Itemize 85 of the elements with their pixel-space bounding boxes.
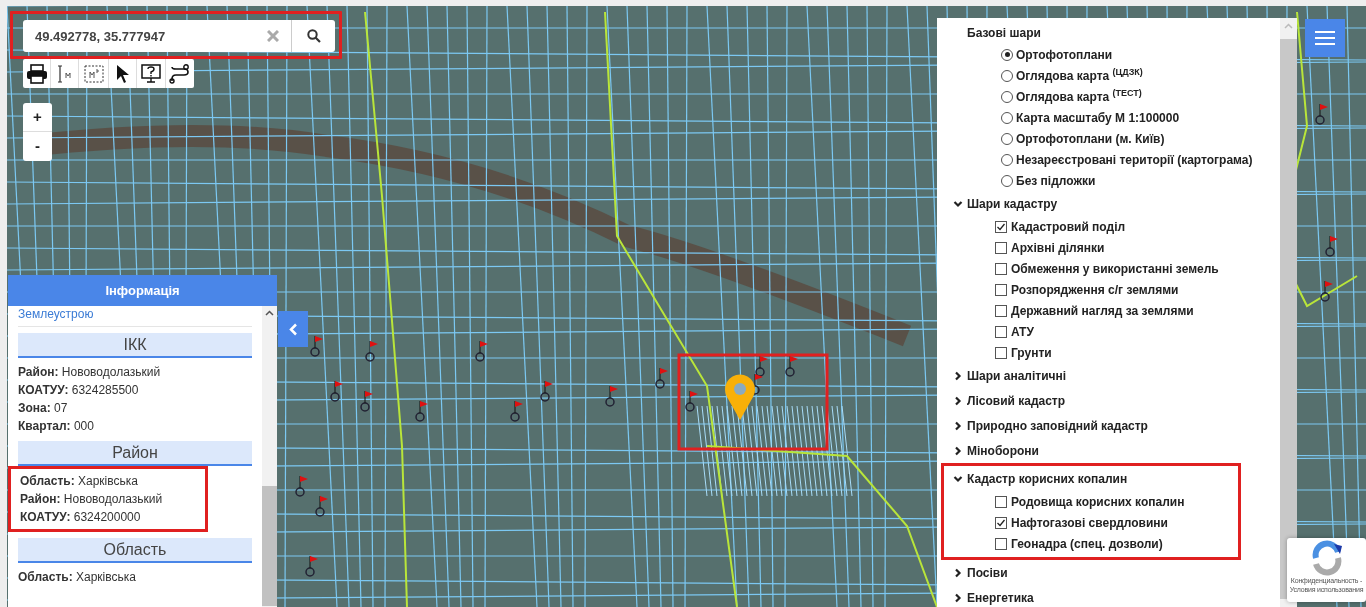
section-heading: Область [18, 538, 252, 563]
layer-group-toggle[interactable]: Енергетика [953, 585, 1280, 607]
well-marker-icon[interactable] [1325, 235, 1338, 257]
well-marker-icon[interactable] [785, 355, 798, 377]
well-marker-icon[interactable] [475, 340, 488, 362]
search-field[interactable]: 49.492778, 35.777947 [23, 20, 291, 52]
base-layer-option[interactable]: Карта масштабу М 1:100000 [953, 107, 1280, 128]
well-marker-icon[interactable] [310, 335, 323, 357]
info-field: КОАТУУ: 6324200000 [20, 508, 196, 526]
menu-button[interactable] [1305, 19, 1345, 57]
well-marker-icon[interactable] [315, 495, 328, 517]
layer-option[interactable]: Родовища корисних копалин [953, 491, 1238, 512]
layer-group-toggle[interactable]: Кадастр корисних копалин [953, 466, 1238, 491]
monitor-question-icon [140, 63, 162, 84]
section-title: Базові шари [966, 25, 1042, 42]
layer-group-toggle[interactable]: Шари аналітичні [953, 363, 1280, 388]
layer-option[interactable]: АТУ [953, 321, 1280, 342]
checkbox[interactable] [995, 516, 1007, 529]
well-marker-icon[interactable] [655, 367, 668, 389]
base-layer-option[interactable]: Оглядова карта $^{(ТЕСТ)}$ [953, 86, 1280, 107]
layer-option[interactable]: Архівні ділянки [953, 237, 1280, 258]
layer-group-toggle[interactable]: Природно заповідний кадастр [953, 413, 1280, 438]
layer-option[interactable]: Державний нагляд за землями [953, 300, 1280, 321]
checkbox[interactable] [995, 241, 1007, 254]
well-marker-icon[interactable] [685, 390, 698, 412]
layer-group-toggle[interactable]: Шари кадастру [953, 191, 1280, 216]
layer-option[interactable]: Грунти [953, 342, 1280, 363]
checkbox[interactable] [995, 495, 1007, 508]
well-marker-icon[interactable] [365, 340, 378, 362]
cursor-icon [115, 63, 130, 84]
base-layer-option[interactable]: Незареєстровані території (картограма) [953, 149, 1280, 170]
info-field: Район: Нововодолазький [20, 490, 196, 508]
area-icon [82, 63, 105, 84]
base-layer-option[interactable]: Без підложки [953, 170, 1280, 191]
panel-title: Інформація [8, 275, 277, 306]
search-button[interactable] [291, 20, 335, 52]
well-marker-icon[interactable] [605, 385, 618, 407]
well-marker-icon[interactable] [415, 400, 428, 422]
well-marker-icon[interactable] [510, 400, 523, 422]
base-layer-option[interactable]: Ортофотоплани [953, 44, 1280, 65]
zoom-out-button[interactable]: - [23, 132, 52, 161]
well-marker-icon[interactable] [330, 380, 343, 402]
checkbox[interactable] [995, 283, 1007, 296]
layer-option[interactable]: Геонадра (спец. дозволи) [953, 533, 1238, 554]
info-field: Область: Харківська [18, 568, 252, 586]
checkbox[interactable] [995, 304, 1007, 317]
chevron-left-icon [288, 322, 298, 336]
info-field: КОАТУУ: 6324285500 [18, 381, 252, 399]
well-marker-icon[interactable] [360, 390, 373, 412]
checkbox[interactable] [995, 537, 1007, 550]
section-heading: Район [18, 441, 252, 466]
route-icon [169, 63, 191, 84]
info-field: Область: Харківська [20, 472, 196, 490]
well-marker-icon[interactable] [1315, 103, 1328, 125]
info-field: Район: Нововодолазький [18, 363, 252, 381]
scroll-up-icon[interactable] [265, 310, 274, 316]
info-field: Зона: 07 [18, 399, 252, 417]
layer-group-toggle[interactable]: Лісовий кадастр [953, 388, 1280, 413]
well-marker-icon[interactable] [1320, 280, 1333, 302]
info-field: Квартал: 000 [18, 417, 252, 435]
base-layer-option[interactable]: Ортофотоплани (м. Київ) [953, 128, 1280, 149]
well-marker-icon[interactable] [305, 555, 318, 577]
scroll-thumb[interactable] [262, 486, 277, 606]
section-heading: ІКК [18, 333, 252, 358]
zoom-in-button[interactable]: + [23, 103, 52, 132]
layer-option[interactable]: Обмеження у використанні земель [953, 258, 1280, 279]
checkbox[interactable] [995, 346, 1007, 359]
location-pin-icon [725, 374, 755, 420]
checkbox[interactable] [995, 262, 1007, 275]
base-layer-option[interactable]: Оглядова карта $^{(ЦДЗК)}$ [953, 65, 1280, 86]
layer-option[interactable]: Розпорядження с/г землями [953, 279, 1280, 300]
checkbox[interactable] [995, 220, 1007, 233]
search-icon [306, 29, 321, 43]
layer-group-toggle[interactable]: Міноборони [953, 438, 1280, 463]
layer-group-toggle[interactable]: Посіви [953, 560, 1280, 585]
link[interactable]: Землеустрою [18, 306, 252, 327]
menu-icon [1315, 31, 1335, 45]
layer-option[interactable]: Нафтогазові свердловини [953, 512, 1238, 533]
layer-option[interactable]: Кадастровий поділ [953, 216, 1280, 237]
well-marker-icon[interactable] [540, 380, 553, 402]
checkbox[interactable] [995, 325, 1007, 338]
well-marker-icon[interactable] [755, 355, 768, 377]
collapse-button[interactable] [278, 311, 308, 347]
well-marker-icon[interactable] [295, 475, 308, 497]
scrollbar[interactable] [262, 306, 277, 607]
